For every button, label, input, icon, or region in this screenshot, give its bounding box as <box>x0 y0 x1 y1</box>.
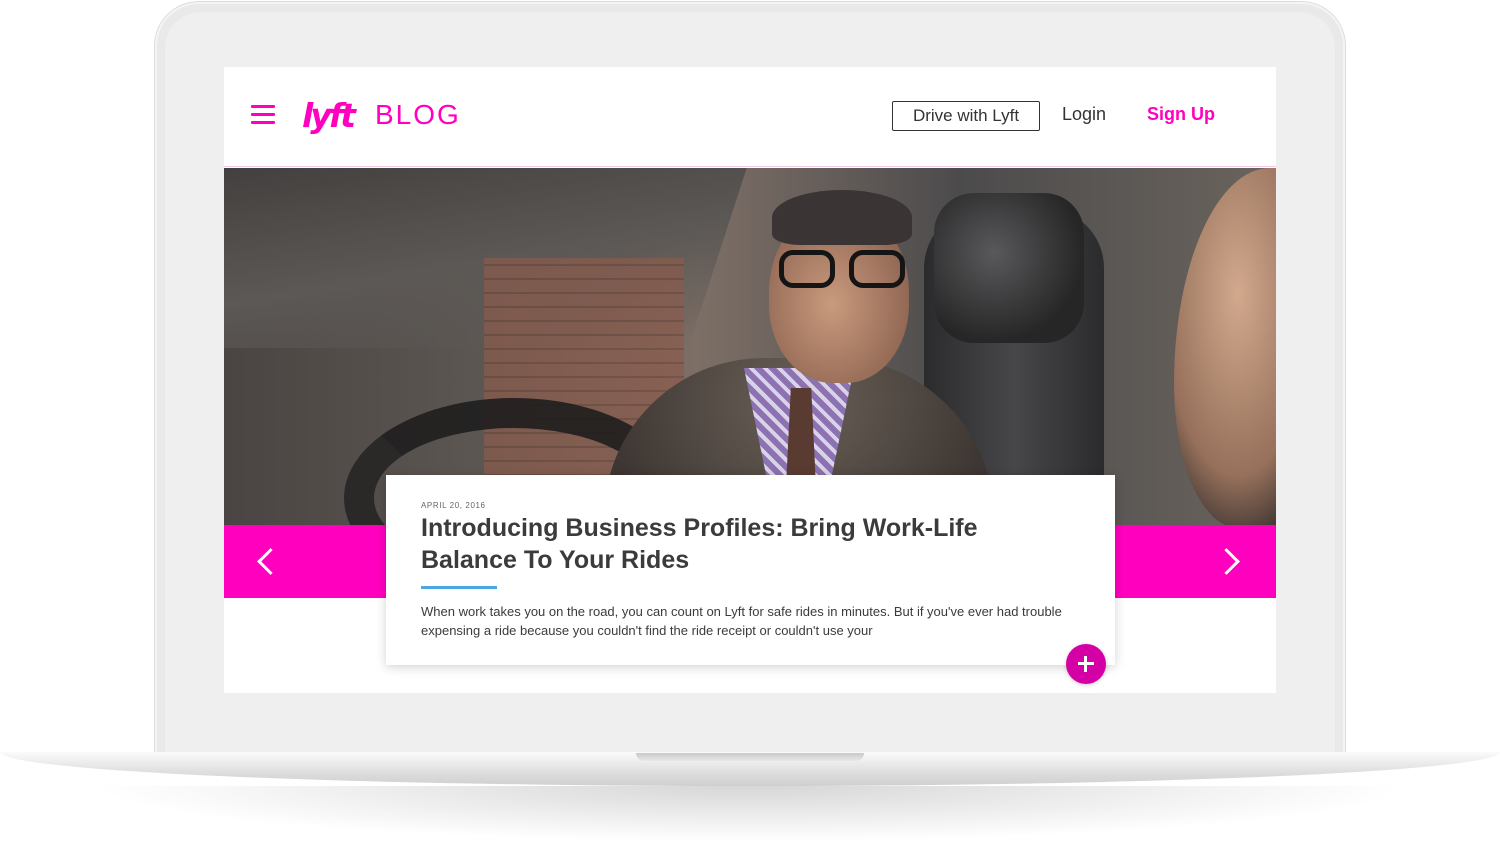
hamburger-menu-icon[interactable] <box>251 105 275 125</box>
drive-with-lyft-button[interactable]: Drive with Lyft <box>892 101 1040 131</box>
previous-slide-button[interactable] <box>224 525 304 598</box>
laptop-notch <box>636 753 864 761</box>
lyft-logo[interactable]: lyft <box>302 96 356 135</box>
sign-up-link[interactable]: Sign Up <box>1147 104 1215 125</box>
title-underline <box>421 586 497 589</box>
next-slide-button[interactable] <box>1196 525 1276 598</box>
expand-article-button[interactable] <box>1066 644 1106 684</box>
hero-image <box>224 168 1276 525</box>
article-title[interactable]: Introducing Business Profiles: Bring Wor… <box>421 512 1061 576</box>
chevron-right-icon <box>1213 548 1240 575</box>
logo-text: lyft <box>302 96 356 135</box>
site-header: lyft BLOG Drive with Lyft Login Sign Up <box>224 67 1276 167</box>
chevron-left-icon <box>257 548 284 575</box>
login-link[interactable]: Login <box>1062 104 1106 125</box>
blog-label: BLOG <box>375 99 461 130</box>
article-date: APRIL 20, 2016 <box>421 501 486 510</box>
screen: lyft BLOG Drive with Lyft Login Sign Up … <box>224 67 1276 693</box>
article-excerpt: When work takes you on the road, you can… <box>421 604 1062 638</box>
article-card[interactable]: APRIL 20, 2016 Introducing Business Prof… <box>386 475 1115 684</box>
laptop-shadow <box>90 786 1410 842</box>
